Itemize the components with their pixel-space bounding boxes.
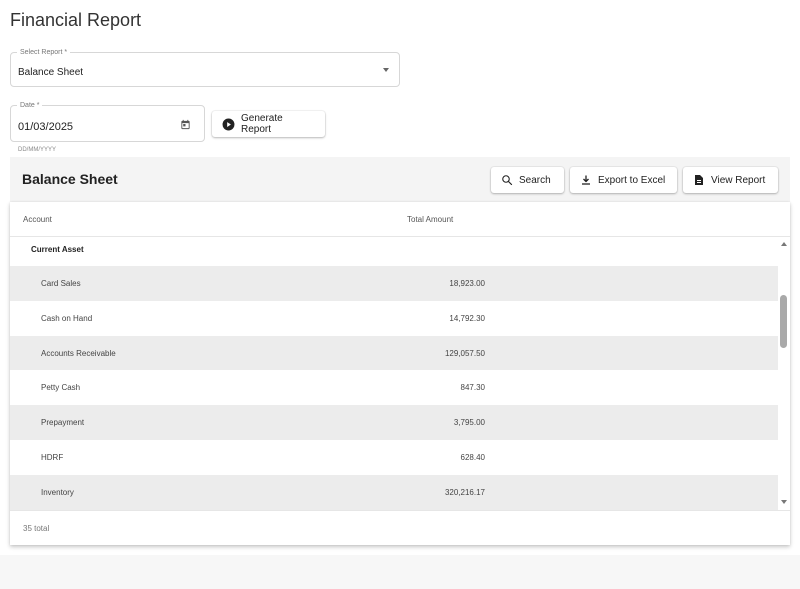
table-body: Current Asset Card Sales 18,923.00 Cash … [10,238,778,510]
row-count: 35 total [23,524,50,533]
download-icon [582,175,590,185]
report-table: Account Total Amount Current Asset Card … [10,202,790,545]
amount-cell: 14,792.30 [449,313,485,323]
select-report-field[interactable]: Select Report * Balance Sheet [10,48,400,87]
calendar-icon[interactable] [180,119,191,130]
account-cell: Card Sales [41,279,81,288]
amount-cell: 320,216.17 [444,487,485,497]
table-row[interactable]: Prepayment 3,795.00 [10,405,778,440]
account-cell: HDRF [41,452,64,462]
search-label: Search [519,174,551,186]
document-icon [695,175,703,185]
view-report-button[interactable]: View Report [683,167,778,193]
play-circle-icon [222,118,235,130]
amount-cell: 18,923.00 [449,279,485,288]
report-title: Balance Sheet [22,171,118,187]
date-label: Date * [17,101,43,110]
account-cell: Cash on Hand [41,313,93,323]
bottom-background [0,555,800,589]
table-row[interactable]: Inventory 320,216.17 [10,474,778,510]
table-row[interactable]: Petty Cash 847.30 [10,370,778,405]
date-field[interactable]: Date * 01/03/2025 [10,101,205,142]
table-header: Account Total Amount [10,202,790,237]
date-value[interactable]: 01/03/2025 [18,121,73,133]
search-button[interactable]: Search [491,167,564,193]
table-row[interactable]: Accounts Receivable 129,057.50 [10,335,778,371]
select-report-value: Balance Sheet [18,67,84,78]
scroll-up-arrow-icon[interactable] [781,242,787,246]
account-cell: Inventory [41,487,74,497]
amount-cell: 628.40 [460,452,485,462]
select-report-label: Select Report * [17,48,71,57]
export-to-excel-button[interactable]: Export to Excel [570,167,677,193]
amount-cell: 847.30 [460,383,485,393]
table-row[interactable]: Card Sales 18,923.00 [10,266,778,301]
account-cell: Accounts Receivable [41,348,116,358]
view-report-label: View Report [711,174,766,186]
chevron-down-icon[interactable] [383,68,389,72]
amount-cell: 129,057.50 [444,348,485,358]
account-cell: Petty Cash [41,383,81,393]
generate-report-label: Generate Report [241,113,283,135]
scrollbar-thumb[interactable] [780,295,787,348]
generate-report-button[interactable]: Generate Report [212,111,325,137]
table-row[interactable]: HDRF 628.40 [10,440,778,475]
table-row[interactable]: Cash on Hand 14,792.30 [10,301,778,336]
table-scrollbar[interactable] [778,238,790,510]
account-cell: Prepayment [41,418,85,428]
group-row-current-asset: Current Asset [31,245,84,254]
report-header: Balance Sheet Search Export to Excel Vie… [10,157,790,202]
scroll-down-arrow-icon[interactable] [781,500,787,504]
table-footer: 35 total [10,510,790,545]
column-header-account[interactable]: Account [23,215,52,224]
amount-cell: 3,795.00 [453,418,485,428]
search-icon [502,175,513,186]
page-title: Financial Report [10,10,142,30]
date-helper-text: DD/MM/YYYY [18,147,57,153]
column-header-total-amount[interactable]: Total Amount [407,215,453,224]
export-label: Export to Excel [598,174,666,186]
